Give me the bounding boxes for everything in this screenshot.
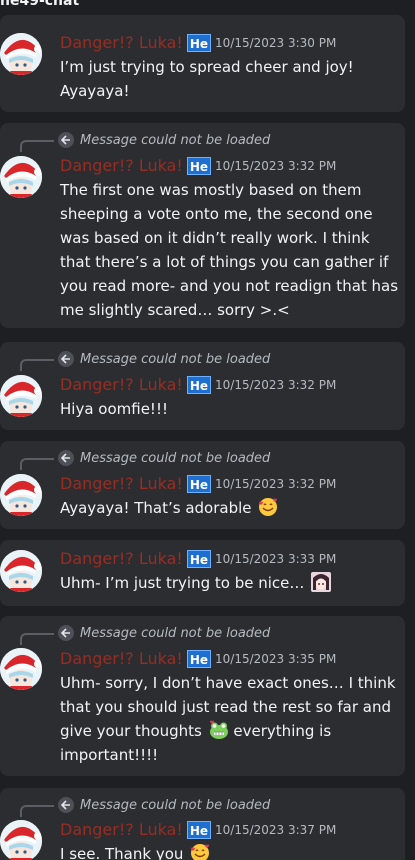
avatar[interactable]: [0, 550, 42, 592]
message-header: Danger!? Luka! He 10/15/2023 3:33 PM: [60, 549, 336, 569]
reply-spine: [20, 140, 54, 152]
pronoun-badge: He: [186, 475, 211, 493]
message-header: Danger!? Luka! He 10/15/2023 3:32 PM: [60, 375, 336, 395]
pronoun-badge: He: [186, 550, 211, 568]
santa-avatar-icon: [0, 33, 42, 75]
message-content: The first one was mostly based on them s…: [60, 181, 399, 319]
timestamp[interactable]: 10/15/2023 3:32 PM: [215, 378, 336, 392]
username[interactable]: Danger!? Luka!: [60, 156, 183, 176]
message-header: Danger!? Luka! He 10/15/2023 3:37 PM: [60, 820, 336, 840]
timestamp[interactable]: 10/15/2023 3:33 PM: [215, 552, 336, 566]
username[interactable]: Danger!? Luka!: [60, 474, 183, 494]
reply-unavailable-text: Message could not be loaded: [80, 351, 271, 367]
pronoun-badge: He: [186, 821, 211, 839]
message-content: I see. Thank you: [60, 842, 400, 860]
reply-unavailable-text: Message could not be loaded: [80, 132, 271, 148]
reply-icon: [58, 450, 74, 466]
avatar[interactable]: [0, 820, 42, 860]
message-header: Danger!? Luka! He 10/15/2023 3:32 PM: [60, 474, 336, 494]
message-header: Danger!? Luka! He 10/15/2023 3:35 PM: [60, 649, 336, 669]
santa-avatar-icon: [0, 820, 42, 860]
smiling-face-with-hearts-emoji-icon: [259, 498, 278, 516]
reply-preview[interactable]: Message could not be loaded: [58, 788, 270, 822]
timestamp[interactable]: 10/15/2023 3:37 PM: [215, 823, 336, 837]
message[interactable]: Message could not be loaded Danger!? Luk…: [0, 441, 405, 529]
reply-unavailable-text: Message could not be loaded: [80, 450, 271, 466]
avatar[interactable]: [0, 33, 42, 75]
pronoun-badge: He: [186, 376, 211, 394]
username[interactable]: Danger!? Luka!: [60, 33, 183, 53]
message-content: Uhm- I’m just trying to be nice…: [60, 571, 400, 595]
santa-avatar-icon: [0, 156, 42, 198]
pronoun-badge: He: [186, 157, 211, 175]
green-frog-emoji-icon: [209, 720, 228, 739]
message-content: I’m just trying to spread cheer and joy!…: [60, 58, 354, 100]
santa-avatar-icon: [0, 474, 42, 516]
message-text: Uhm- I’m just trying to be nice…: [60, 574, 305, 592]
message[interactable]: Message could not be loaded Danger!? Luk…: [0, 788, 405, 860]
reply-preview[interactable]: Message could not be loaded: [58, 123, 270, 157]
reply-spine: [20, 359, 54, 371]
message-content: Ayayaya! That’s adorable: [60, 496, 400, 520]
avatar[interactable]: [0, 156, 42, 198]
santa-avatar-icon: [0, 648, 42, 690]
timestamp[interactable]: 10/15/2023 3:32 PM: [215, 159, 336, 173]
reply-icon: [58, 797, 74, 813]
username[interactable]: Danger!? Luka!: [60, 375, 183, 395]
avatar[interactable]: [0, 375, 42, 417]
message[interactable]: Message could not be loaded Danger!? Luk…: [0, 123, 405, 328]
chat-view: ne49-chat Danger!? Luka! He 10/15/2023 3…: [0, 0, 415, 860]
reply-preview[interactable]: Message could not be loaded: [58, 342, 270, 376]
message[interactable]: Danger!? Luka! He 10/15/2023 3:30 PM I’m…: [0, 15, 405, 112]
username[interactable]: Danger!? Luka!: [60, 820, 183, 840]
message-text: I see. Thank you: [60, 845, 184, 860]
pronoun-badge: He: [186, 34, 211, 52]
avatar[interactable]: [0, 648, 42, 690]
reply-spine: [20, 805, 54, 817]
reply-preview[interactable]: Message could not be loaded: [58, 441, 270, 475]
anime-girl-emoji-icon: [311, 572, 332, 592]
timestamp[interactable]: 10/15/2023 3:32 PM: [215, 477, 336, 491]
reply-spine: [20, 633, 54, 645]
message[interactable]: Message could not be loaded Danger!? Luk…: [0, 342, 405, 430]
channel-title: ne49-chat: [0, 0, 80, 9]
message-text: Ayayaya! That’s adorable: [60, 499, 252, 517]
reply-unavailable-text: Message could not be loaded: [80, 625, 271, 641]
santa-avatar-icon: [0, 375, 42, 417]
santa-avatar-icon: [0, 550, 42, 592]
reply-spine: [20, 458, 54, 470]
message-header: Danger!? Luka! He 10/15/2023 3:30 PM: [60, 33, 336, 53]
message-content: Hiya oomfie!!!: [60, 400, 168, 418]
smiling-face-with-hearts-emoji-icon: [191, 844, 210, 860]
reply-icon: [58, 625, 74, 641]
username[interactable]: Danger!? Luka!: [60, 649, 183, 669]
message[interactable]: Danger!? Luka! He 10/15/2023 3:33 PM Uhm…: [0, 540, 405, 606]
reply-preview[interactable]: Message could not be loaded: [58, 616, 270, 650]
message-header: Danger!? Luka! He 10/15/2023 3:32 PM: [60, 156, 336, 176]
timestamp[interactable]: 10/15/2023 3:35 PM: [215, 652, 336, 666]
pronoun-badge: He: [186, 650, 211, 668]
username[interactable]: Danger!? Luka!: [60, 549, 183, 569]
avatar[interactable]: [0, 474, 42, 516]
reply-icon: [58, 132, 74, 148]
message-content: Uhm- sorry, I don’t have exact ones… I t…: [60, 671, 400, 767]
reply-unavailable-text: Message could not be loaded: [80, 797, 271, 813]
reply-icon: [58, 351, 74, 367]
timestamp[interactable]: 10/15/2023 3:30 PM: [215, 36, 336, 50]
message[interactable]: Message could not be loaded Danger!? Luk…: [0, 616, 405, 776]
